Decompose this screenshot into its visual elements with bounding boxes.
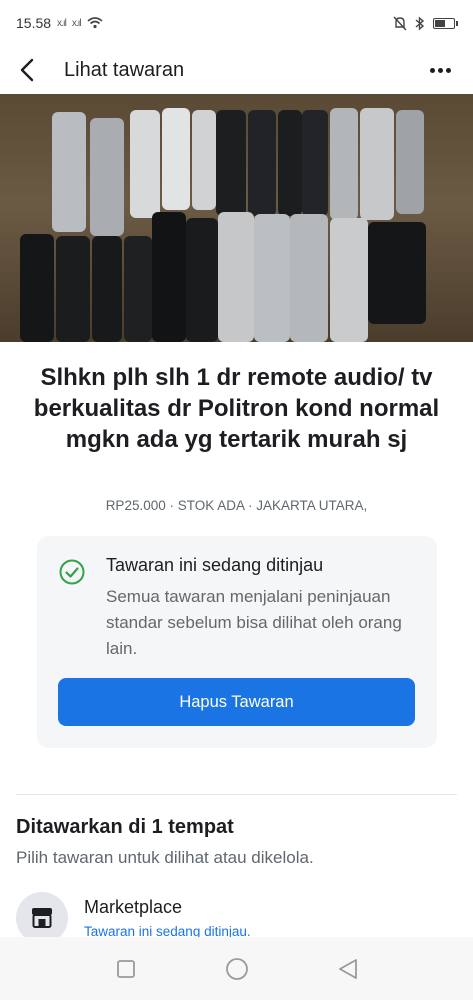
- remote-image: [52, 112, 86, 232]
- section-title: Ditawarkan di 1 tempat: [16, 816, 234, 838]
- recent-apps-button[interactable]: [112, 955, 140, 983]
- signal-icon: x.ıl: [57, 17, 67, 29]
- section-subtitle: Pilih tawaran untuk dilihat atau dikelol…: [16, 848, 314, 867]
- remote-image: [130, 110, 160, 218]
- remote-image: [254, 214, 290, 342]
- remote-image: [124, 236, 152, 342]
- battery-level: [435, 19, 445, 27]
- circle-icon: [225, 957, 248, 980]
- back-arrow-icon: [20, 58, 34, 82]
- remote-image: [330, 108, 358, 220]
- remote-image: [152, 212, 186, 342]
- remote-image: [162, 108, 190, 210]
- status-bar: 15.58 x.ıl x.ıl: [0, 0, 473, 46]
- page-title: Lihat tawaran: [64, 58, 185, 81]
- review-title: Tawaran ini sedang ditinjau: [106, 555, 324, 575]
- remote-image: [360, 108, 394, 220]
- remote-image: [302, 110, 328, 216]
- remote-image: [330, 218, 368, 342]
- top-app-bar: Lihat tawaran: [0, 46, 473, 94]
- remote-image: [186, 218, 218, 342]
- signal-icon: x.ıl: [71, 17, 82, 29]
- listing-photo[interactable]: [0, 94, 473, 342]
- back-button[interactable]: [20, 55, 44, 85]
- remote-image: [278, 110, 302, 216]
- home-button[interactable]: [223, 955, 251, 983]
- remote-image: [92, 236, 122, 342]
- remote-image: [218, 212, 254, 342]
- remote-image: [216, 110, 246, 216]
- shop-icon: [32, 908, 52, 928]
- more-icon: [430, 67, 435, 73]
- review-description: Semua tawaran menjalani peninjauan stand…: [106, 587, 402, 658]
- delete-listing-button[interactable]: Hapus Tawaran: [58, 678, 415, 726]
- remote-image: [290, 214, 328, 342]
- check-circle-icon: [59, 559, 85, 585]
- remote-image: [248, 110, 276, 216]
- remote-image: [90, 118, 124, 236]
- mute-bell-icon: [393, 16, 407, 30]
- system-nav-bar: [0, 937, 473, 1000]
- status-time: 15.58: [16, 15, 52, 31]
- remote-image: [368, 222, 426, 324]
- back-nav-button[interactable]: [334, 955, 362, 983]
- remote-image: [396, 110, 424, 214]
- bluetooth-icon: [415, 15, 425, 31]
- listing-title: Slhkn plh slh 1 dr remote audio/ tv berk…: [33, 364, 440, 453]
- place-name: Marketplace: [84, 897, 183, 917]
- wifi-icon: [87, 17, 103, 29]
- remote-image: [20, 234, 54, 342]
- review-status-card: Tawaran ini sedang ditinjau Semua tawara…: [37, 536, 437, 748]
- remote-image: [192, 110, 216, 210]
- more-options-button[interactable]: [428, 62, 453, 79]
- battery-icon: [433, 17, 458, 29]
- square-icon: [116, 959, 135, 978]
- triangle-back-icon: [338, 958, 357, 979]
- remote-image: [56, 236, 90, 342]
- divider: [16, 794, 457, 795]
- listing-meta: RP25.000 · STOK ADA · JAKARTA UTARA,: [105, 498, 368, 513]
